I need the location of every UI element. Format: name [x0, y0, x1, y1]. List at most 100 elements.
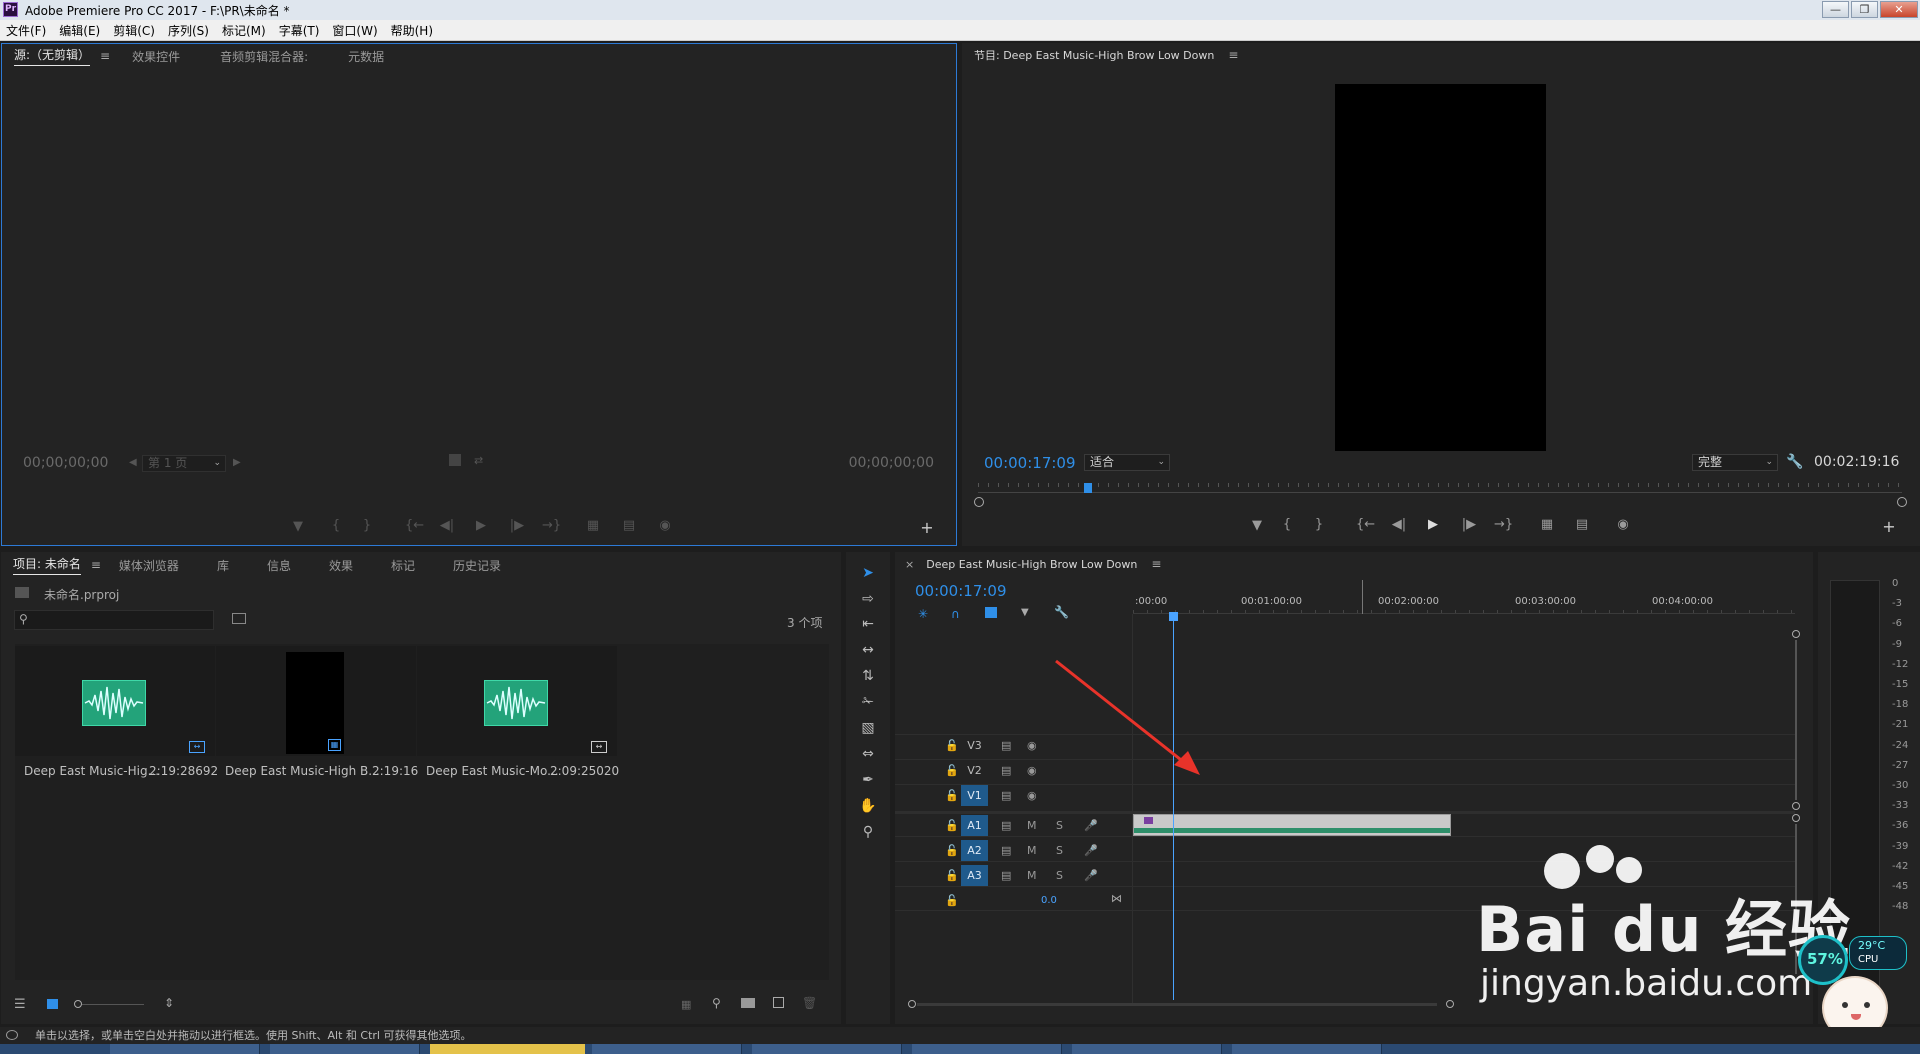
v-scroll-bottom-handle[interactable]: [1792, 802, 1800, 810]
tab-effects[interactable]: 效果: [329, 557, 353, 574]
hand-tool-icon[interactable]: ✋: [856, 796, 880, 816]
mark-out-icon[interactable]: }: [1310, 517, 1328, 532]
taskbar-item[interactable]: [270, 1044, 420, 1054]
lock-icon[interactable]: 🔓: [945, 844, 959, 857]
timeline-horizontal-scrollbar[interactable]: [917, 1003, 1437, 1006]
track-label[interactable]: V2: [961, 760, 988, 781]
sort-icon[interactable]: ⇕: [164, 996, 174, 1010]
quality-dropdown[interactable]: 完整 ⌄: [1692, 454, 1778, 471]
tab-libraries[interactable]: 库: [217, 557, 229, 574]
video-vertical-scrollbar[interactable]: [1795, 640, 1797, 800]
go-to-out-icon[interactable]: →}: [542, 518, 561, 533]
lock-icon[interactable]: 🔓: [945, 894, 959, 907]
add-marker-icon[interactable]: ▼: [289, 519, 307, 534]
rolling-edit-tool-icon[interactable]: ↔: [856, 640, 880, 660]
program-scrub-bar[interactable]: [978, 483, 1902, 493]
track-label[interactable]: V1: [961, 785, 988, 806]
linked-selection-icon[interactable]: [985, 607, 997, 618]
playhead-head[interactable]: [1168, 612, 1178, 621]
sync-lock-icon[interactable]: ▤: [1001, 789, 1011, 802]
mark-in-icon[interactable]: {: [1278, 517, 1296, 532]
menu-sequence[interactable]: 序列(S): [168, 22, 209, 39]
h-scroll-left-handle[interactable]: [908, 1000, 916, 1008]
sync-lock-icon[interactable]: ▤: [1001, 869, 1011, 882]
tab-metadata[interactable]: 元数据: [348, 48, 384, 65]
panel-menu-icon[interactable]: ≡: [1228, 48, 1238, 62]
scrub-end-handle[interactable]: [1897, 497, 1907, 507]
go-to-in-icon[interactable]: {←: [1356, 517, 1375, 532]
source-timecode-current[interactable]: 00;00;00;00: [23, 455, 108, 471]
tab-source[interactable]: 源:（无剪辑）: [14, 46, 91, 66]
cpu-widget[interactable]: 57%: [1798, 935, 1848, 985]
panel-menu-icon[interactable]: ≡: [1151, 557, 1161, 571]
solo-button[interactable]: S: [1056, 869, 1063, 882]
selection-tool-icon[interactable]: ➤: [856, 563, 880, 583]
program-timecode-current[interactable]: 00:00:17:09: [984, 454, 1076, 472]
new-bin-from-search-icon[interactable]: [232, 613, 246, 624]
go-to-edit-icon[interactable]: ⋈: [1111, 892, 1122, 905]
track-label[interactable]: V3: [961, 735, 988, 756]
sequence-tab[interactable]: Deep East Music-High Brow Low Down: [926, 558, 1137, 571]
zoom-dropdown[interactable]: 适合 ⌄: [1084, 454, 1170, 471]
step-forward-icon[interactable]: |▶: [508, 518, 526, 533]
export-frame-icon[interactable]: ◉: [1614, 517, 1632, 532]
h-scroll-right-handle[interactable]: [1446, 1000, 1454, 1008]
tab-history[interactable]: 历史记录: [453, 557, 501, 574]
tab-project[interactable]: 项目: 未命名: [13, 555, 81, 575]
lift-icon[interactable]: ▦: [1538, 517, 1556, 532]
go-to-out-icon[interactable]: →}: [1494, 517, 1513, 532]
extract-icon[interactable]: ▤: [1573, 517, 1591, 532]
mute-button[interactable]: M: [1027, 819, 1037, 832]
step-back-icon[interactable]: ◀|: [438, 518, 456, 533]
thumbnail-size-slider[interactable]: [74, 1000, 144, 1008]
track-label[interactable]: A3: [961, 865, 988, 886]
add-marker-icon[interactable]: ▼: [1021, 607, 1029, 618]
sync-lock-icon[interactable]: ▤: [1001, 739, 1011, 752]
rate-stretch-tool-icon[interactable]: ⇅: [856, 666, 880, 686]
v-scroll-top-handle[interactable]: [1792, 630, 1800, 638]
find-icon[interactable]: ⚲: [712, 996, 721, 1010]
mark-out-icon[interactable]: }: [358, 518, 376, 533]
step-forward-icon[interactable]: |▶: [1460, 517, 1478, 532]
insert-icon[interactable]: ▦: [584, 518, 602, 533]
trash-icon[interactable]: 🗑: [802, 996, 817, 1010]
new-bin-icon[interactable]: [741, 998, 755, 1008]
play-icon[interactable]: ▶: [472, 518, 490, 533]
add-marker-icon[interactable]: ▼: [1248, 518, 1266, 533]
lock-icon[interactable]: 🔓: [945, 819, 959, 832]
voiceover-mic-icon[interactable]: 🎤: [1084, 819, 1098, 832]
snap-icon[interactable]: ∩: [951, 607, 960, 621]
project-item-thumbnail[interactable]: ↔: [417, 646, 617, 756]
taskbar-item[interactable]: [592, 1044, 742, 1054]
go-to-in-icon[interactable]: {←: [405, 518, 424, 533]
play-icon[interactable]: ▶: [1424, 517, 1442, 532]
panel-menu-icon[interactable]: ≡: [100, 49, 110, 63]
razor-tool-icon[interactable]: ✁: [856, 692, 880, 712]
mute-button[interactable]: M: [1027, 869, 1037, 882]
add-button-icon[interactable]: +: [918, 518, 936, 537]
menu-window[interactable]: 窗口(W): [332, 22, 377, 39]
temperature-widget[interactable]: 29°C CPU: [1849, 936, 1907, 970]
eye-icon[interactable]: ◉: [1027, 764, 1037, 777]
taskbar-item[interactable]: [1072, 1044, 1222, 1054]
sync-lock-icon[interactable]: ▤: [1001, 844, 1011, 857]
voiceover-mic-icon[interactable]: 🎤: [1084, 844, 1098, 857]
audio-clip[interactable]: [1133, 814, 1451, 836]
tab-effect-controls[interactable]: 效果控件: [132, 48, 180, 65]
overwrite-icon[interactable]: ▤: [620, 518, 638, 533]
project-item-thumbnail[interactable]: ↔: [15, 646, 215, 756]
eye-icon[interactable]: ◉: [1027, 739, 1037, 752]
solo-button[interactable]: S: [1056, 844, 1063, 857]
track-select-tool-icon[interactable]: ⇨: [856, 589, 880, 609]
tab-audio-clip-mixer[interactable]: 音频剪辑混合器:: [220, 48, 308, 65]
sync-lock-icon[interactable]: ▤: [1001, 819, 1011, 832]
voiceover-mic-icon[interactable]: 🎤: [1084, 869, 1098, 882]
minimize-button[interactable]: —: [1822, 1, 1849, 18]
taskbar-item[interactable]: [430, 1044, 585, 1054]
menu-title[interactable]: 字幕(T): [279, 22, 320, 39]
menu-file[interactable]: 文件(F): [6, 22, 46, 39]
close-tab-icon[interactable]: ×: [905, 558, 914, 571]
eye-icon[interactable]: ◉: [1027, 789, 1037, 802]
menu-help[interactable]: 帮助(H): [391, 22, 433, 39]
export-frame-icon[interactable]: ◉: [656, 518, 674, 533]
